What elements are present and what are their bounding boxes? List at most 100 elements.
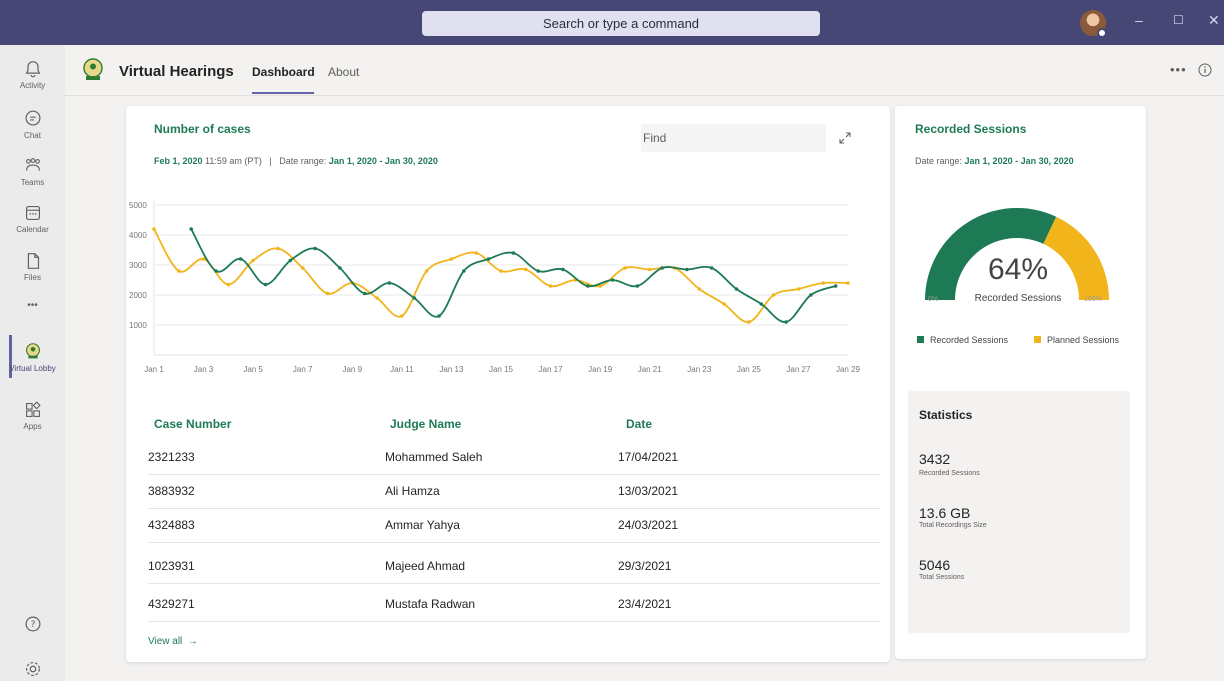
data-point bbox=[338, 266, 342, 270]
data-point bbox=[214, 269, 218, 273]
x-tick-label: Jan 23 bbox=[687, 365, 712, 374]
column-header-judge-name[interactable]: Judge Name bbox=[390, 417, 461, 431]
y-tick-label: 5000 bbox=[129, 201, 147, 210]
data-point bbox=[771, 293, 776, 297]
case-number-cell: 2321233 bbox=[148, 450, 195, 464]
data-point bbox=[623, 266, 627, 270]
tab-dashboard[interactable]: Dashboard bbox=[252, 65, 315, 79]
rail-item-label: Virtual Lobby bbox=[9, 364, 56, 373]
data-point bbox=[152, 227, 156, 231]
data-point bbox=[424, 269, 429, 273]
minimize-button[interactable]: – bbox=[1135, 12, 1143, 28]
view-all-link[interactable]: View all → bbox=[148, 636, 198, 647]
data-point bbox=[561, 267, 565, 272]
rail-item-label: Activity bbox=[19, 81, 46, 90]
column-header-case-number[interactable]: Case Number bbox=[154, 417, 231, 431]
series-line-yellow bbox=[153, 228, 849, 323]
data-point bbox=[325, 291, 330, 296]
rail-item-calendar[interactable]: Calendar bbox=[0, 202, 65, 234]
x-tick-label: Jan 19 bbox=[588, 365, 613, 374]
data-point bbox=[759, 302, 764, 306]
presence-indicator bbox=[1097, 28, 1107, 38]
rail-item-teams[interactable]: Teams bbox=[0, 155, 65, 187]
x-tick-label: Jan 17 bbox=[539, 365, 564, 374]
table-row[interactable]: 1023931 Majeed Ahmad 29/3/2021 bbox=[148, 552, 880, 584]
meta-separator: | bbox=[269, 156, 272, 166]
data-point bbox=[747, 320, 751, 324]
rail-item-label: Calendar bbox=[16, 225, 49, 234]
data-point bbox=[201, 257, 206, 261]
data-point bbox=[821, 281, 826, 285]
rail-item-files[interactable]: Files bbox=[0, 250, 65, 282]
maximize-button[interactable]: ☐ bbox=[1173, 13, 1184, 27]
stat-value-total-sessions: 5046 bbox=[919, 557, 951, 573]
table-row[interactable]: 3883932 Ali Hamza 13/03/2021 bbox=[148, 477, 880, 509]
x-tick-label: Jan 11 bbox=[390, 365, 414, 374]
cases-line-chart: 1000 2000 3000 4000 5000 Jan 1 Jan 3 Jan 5 Jan … bbox=[129, 200, 861, 374]
rail-item-virtual-lobby[interactable]: Virtual Lobby bbox=[0, 341, 65, 373]
more-options-button[interactable]: ••• bbox=[1170, 62, 1187, 77]
date-cell: 13/03/2021 bbox=[618, 484, 679, 498]
data-point bbox=[548, 284, 553, 288]
column-header-date[interactable]: Date bbox=[626, 417, 652, 431]
app-logo-icon bbox=[25, 343, 40, 359]
range-label: Date range: bbox=[279, 156, 327, 166]
gauge-label: Recorded Sessions bbox=[974, 293, 1062, 304]
close-button[interactable]: ✕ bbox=[1208, 12, 1220, 29]
data-point bbox=[176, 269, 181, 273]
legend-swatch-yellow bbox=[1034, 336, 1041, 343]
cases-time: 11:59 am (PT) bbox=[205, 156, 262, 166]
data-point bbox=[499, 269, 503, 273]
x-tick-label: Jan 3 bbox=[194, 365, 214, 374]
more-icon: ••• bbox=[27, 300, 38, 311]
rail-item-chat[interactable]: Chat bbox=[0, 108, 65, 140]
cases-meta: Feb 1, 2020 11:59 am (PT) | Date range: … bbox=[154, 156, 438, 166]
arrow-right-icon: → bbox=[187, 636, 198, 647]
data-point bbox=[387, 281, 392, 285]
chat-icon bbox=[25, 110, 40, 126]
date-cell: 24/03/2021 bbox=[618, 518, 679, 532]
judge-name-cell: Ammar Yahya bbox=[385, 518, 460, 532]
expand-icon[interactable] bbox=[838, 131, 852, 145]
range-value: Jan 1, 2020 - Jan 30, 2020 bbox=[328, 156, 438, 166]
rail-item-label: Files bbox=[24, 273, 41, 282]
y-tick-label: 4000 bbox=[129, 231, 147, 240]
data-point bbox=[276, 246, 280, 251]
tab-about[interactable]: About bbox=[328, 65, 359, 79]
teams-icon bbox=[25, 158, 40, 171]
help-glyph: ? bbox=[30, 619, 35, 630]
rail-more-button[interactable]: ••• bbox=[0, 300, 65, 311]
gauge-max-label: 100% bbox=[1084, 296, 1102, 303]
range-value: Jan 1, 2020 - Jan 30, 2020 bbox=[964, 156, 1074, 166]
data-point bbox=[734, 287, 739, 291]
table-row[interactable]: 4329271 Mustafa Radwan 23/4/2021 bbox=[148, 590, 880, 622]
date-cell: 23/4/2021 bbox=[618, 597, 672, 611]
find-input[interactable]: Find bbox=[641, 124, 826, 152]
judge-name-cell: Ali Hamza bbox=[385, 484, 440, 498]
help-button[interactable]: ? bbox=[0, 613, 65, 635]
data-point bbox=[238, 257, 243, 261]
active-tab-indicator bbox=[252, 92, 314, 94]
help-icon: ? bbox=[25, 616, 40, 632]
data-point bbox=[362, 291, 367, 296]
range-label: Date range: bbox=[915, 156, 963, 166]
table-row[interactable]: 2321233 Mohammed Saleh 17/04/2021 bbox=[148, 443, 880, 475]
data-point bbox=[647, 267, 652, 272]
x-tick-label: Jan 9 bbox=[342, 365, 362, 374]
x-tick-label: Jan 29 bbox=[836, 365, 861, 374]
rail-item-label: Apps bbox=[23, 422, 42, 431]
rail-item-activity[interactable]: Activity bbox=[0, 58, 65, 90]
search-input[interactable]: Search or type a command bbox=[422, 11, 820, 36]
app-header bbox=[65, 45, 1224, 96]
file-icon bbox=[27, 253, 39, 269]
data-point bbox=[685, 267, 689, 272]
info-icon[interactable] bbox=[1198, 63, 1212, 77]
data-point bbox=[709, 266, 714, 270]
settings-button[interactable] bbox=[0, 658, 65, 680]
rail-item-apps[interactable]: Apps bbox=[0, 399, 65, 431]
data-point bbox=[585, 284, 590, 288]
cases-date: Feb 1, 2020 bbox=[154, 156, 203, 166]
calendar-icon bbox=[25, 205, 40, 221]
table-row[interactable]: 4324883 Ammar Yahya 24/03/2021 bbox=[148, 511, 880, 543]
data-point bbox=[635, 284, 640, 288]
